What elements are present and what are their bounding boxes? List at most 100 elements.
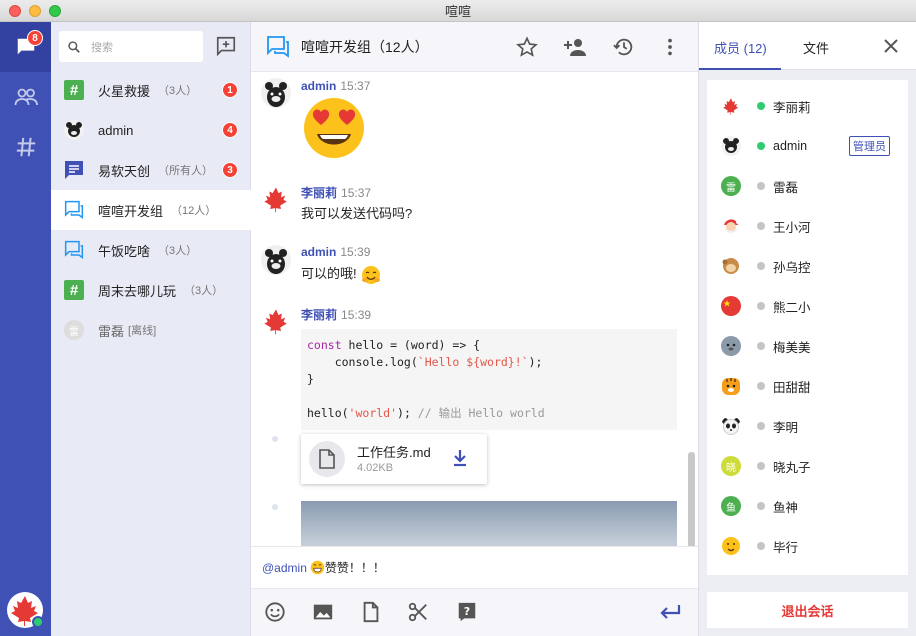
avatar[interactable] — [261, 306, 291, 336]
monkey-avatar-icon — [721, 256, 741, 276]
message-text: 我可以发送代码吗? — [301, 206, 413, 221]
message-list: admin 15:37 李丽莉 15:37 我可以发送代码吗? admin 15:39… — [251, 72, 698, 546]
message-sender[interactable]: admin 15:39 — [301, 245, 370, 259]
close-icon[interactable] — [883, 38, 899, 54]
message-sender[interactable]: admin 15:37 — [301, 79, 370, 93]
image-icon[interactable] — [312, 601, 334, 623]
code-block: const hello = (word) => { console.log(`H… — [301, 329, 677, 430]
group-chat-icon — [267, 36, 289, 58]
unread-badge: 4 — [222, 122, 238, 138]
search-placeholder: 搜索 — [91, 41, 113, 54]
file-icon[interactable] — [360, 601, 382, 623]
status-offline — [757, 502, 765, 510]
message-scrollbar[interactable] — [688, 452, 695, 546]
conversation-count: （3人） — [184, 285, 224, 297]
member-list: 李丽莉 admin 管理员 雷 雷磊 王小河 孙乌控 熊二小 梅美美 田甜甜 李… — [707, 80, 908, 575]
member-item[interactable]: 李明 — [707, 406, 908, 446]
image-attachment[interactable] — [301, 501, 677, 546]
member-item[interactable]: 梅美美 — [707, 326, 908, 366]
avatar[interactable] — [261, 78, 291, 108]
conversation-item[interactable]: # 火星救援 （3人） 1 — [51, 70, 251, 110]
conversation-item[interactable]: admin 4 — [51, 110, 251, 150]
member-item[interactable]: 王小河 — [707, 206, 908, 246]
window-title: 喧喧 — [444, 4, 471, 19]
member-item[interactable]: 李丽莉 — [707, 86, 908, 126]
unread-badge: 1 — [222, 82, 238, 98]
bear-avatar-icon — [721, 136, 741, 156]
add-member-icon[interactable] — [563, 36, 589, 58]
avatar[interactable] — [261, 245, 291, 275]
member-item[interactable]: 毕行 — [707, 526, 908, 566]
star-icon[interactable] — [516, 36, 538, 58]
svg-text:?: ? — [464, 605, 470, 618]
window-titlebar: 喧喧 — [0, 0, 916, 22]
initial-avatar: 雷 — [721, 176, 741, 196]
conversation-item[interactable]: 易软天创 （所有人） 3 — [51, 150, 251, 190]
conversation-name: 火星救援 — [98, 83, 151, 99]
download-icon[interactable] — [451, 448, 469, 468]
leave-chat-button[interactable]: 退出会话 — [707, 592, 908, 628]
member-item[interactable]: 熊二小 — [707, 286, 908, 326]
conversation-item[interactable]: 雷 雷磊 [离线] — [51, 310, 251, 350]
more-icon[interactable] — [659, 36, 681, 58]
conversation-count: （3人） — [158, 85, 198, 97]
member-item[interactable]: admin 管理员 — [707, 126, 908, 166]
search-icon — [68, 40, 80, 53]
status-offline — [757, 462, 765, 470]
member-name: 梅美美 — [773, 340, 811, 355]
conversation-item[interactable]: # 周末去哪儿玩 （3人） — [51, 270, 251, 310]
member-item[interactable]: 雷 雷磊 — [707, 166, 908, 206]
close-window-button[interactable] — [9, 5, 21, 17]
new-chat-button[interactable] — [215, 35, 237, 62]
add-chat-icon — [216, 36, 236, 57]
conversation-item[interactable]: 午饭吃啥 （3人） — [51, 230, 251, 270]
nav-contacts[interactable] — [0, 72, 51, 122]
draft-mention: @admin — [262, 560, 307, 575]
member-item[interactable]: 田甜甜 — [707, 366, 908, 406]
zoom-window-button[interactable] — [49, 5, 61, 17]
message-time: 15:39 — [341, 308, 372, 322]
member-name: 鱼神 — [773, 500, 799, 515]
message-input[interactable]: @admin 赞赞！！！ — [251, 546, 698, 588]
chat-header: 喧喧开发组（12人） — [251, 22, 698, 72]
status-offline — [757, 422, 765, 430]
minimize-window-button[interactable] — [29, 5, 41, 17]
channel-hash-icon: # — [64, 280, 84, 300]
message-sender[interactable]: 李丽莉 15:37 — [301, 184, 371, 201]
hash-icon — [16, 137, 35, 157]
member-item[interactable]: 晓 晓丸子 — [707, 446, 908, 486]
maple-leaf-icon — [721, 96, 741, 116]
nav-chats[interactable]: 8 — [0, 22, 51, 72]
status-offline — [757, 182, 765, 190]
tab-files[interactable]: 文件 — [803, 38, 829, 57]
my-status-online — [32, 616, 44, 628]
channel-hash-icon: # — [64, 80, 84, 100]
chat-title: 喧喧开发组（12人） — [301, 38, 429, 55]
conversation-count: （所有人） — [158, 165, 214, 177]
avatar[interactable] — [261, 184, 291, 214]
member-name: 田甜甜 — [773, 380, 811, 395]
search-box[interactable]: 搜索 — [59, 31, 203, 62]
tiger-avatar-icon — [721, 376, 741, 396]
help-icon[interactable]: ? — [456, 601, 478, 623]
member-name: admin — [773, 139, 808, 153]
status-offline — [757, 222, 765, 230]
file-size: 4.02KB — [357, 462, 394, 474]
system-chat-icon — [65, 161, 83, 179]
send-icon[interactable] — [659, 603, 681, 621]
conversation-name: admin — [98, 122, 134, 138]
history-icon[interactable] — [613, 36, 635, 58]
active-tab-indicator — [699, 68, 781, 70]
emoji-icon[interactable] — [264, 601, 286, 623]
tab-members[interactable]: 成员 (12) — [714, 38, 767, 57]
member-item[interactable]: 鱼 鱼神 — [707, 486, 908, 526]
member-item[interactable]: 孙乌控 — [707, 246, 908, 286]
file-icon — [309, 441, 345, 477]
message-sender[interactable]: 李丽莉 15:39 — [301, 306, 371, 323]
conversation-status: [离线] — [128, 325, 157, 337]
nav-channels[interactable] — [0, 122, 51, 172]
conversation-item-active[interactable]: 喧喧开发组 （12人） — [51, 190, 251, 230]
input-toolbar: ? — [251, 588, 698, 636]
file-attachment[interactable]: 工作任务.md 4.02KB — [301, 434, 487, 484]
scissors-icon[interactable] — [407, 601, 429, 623]
